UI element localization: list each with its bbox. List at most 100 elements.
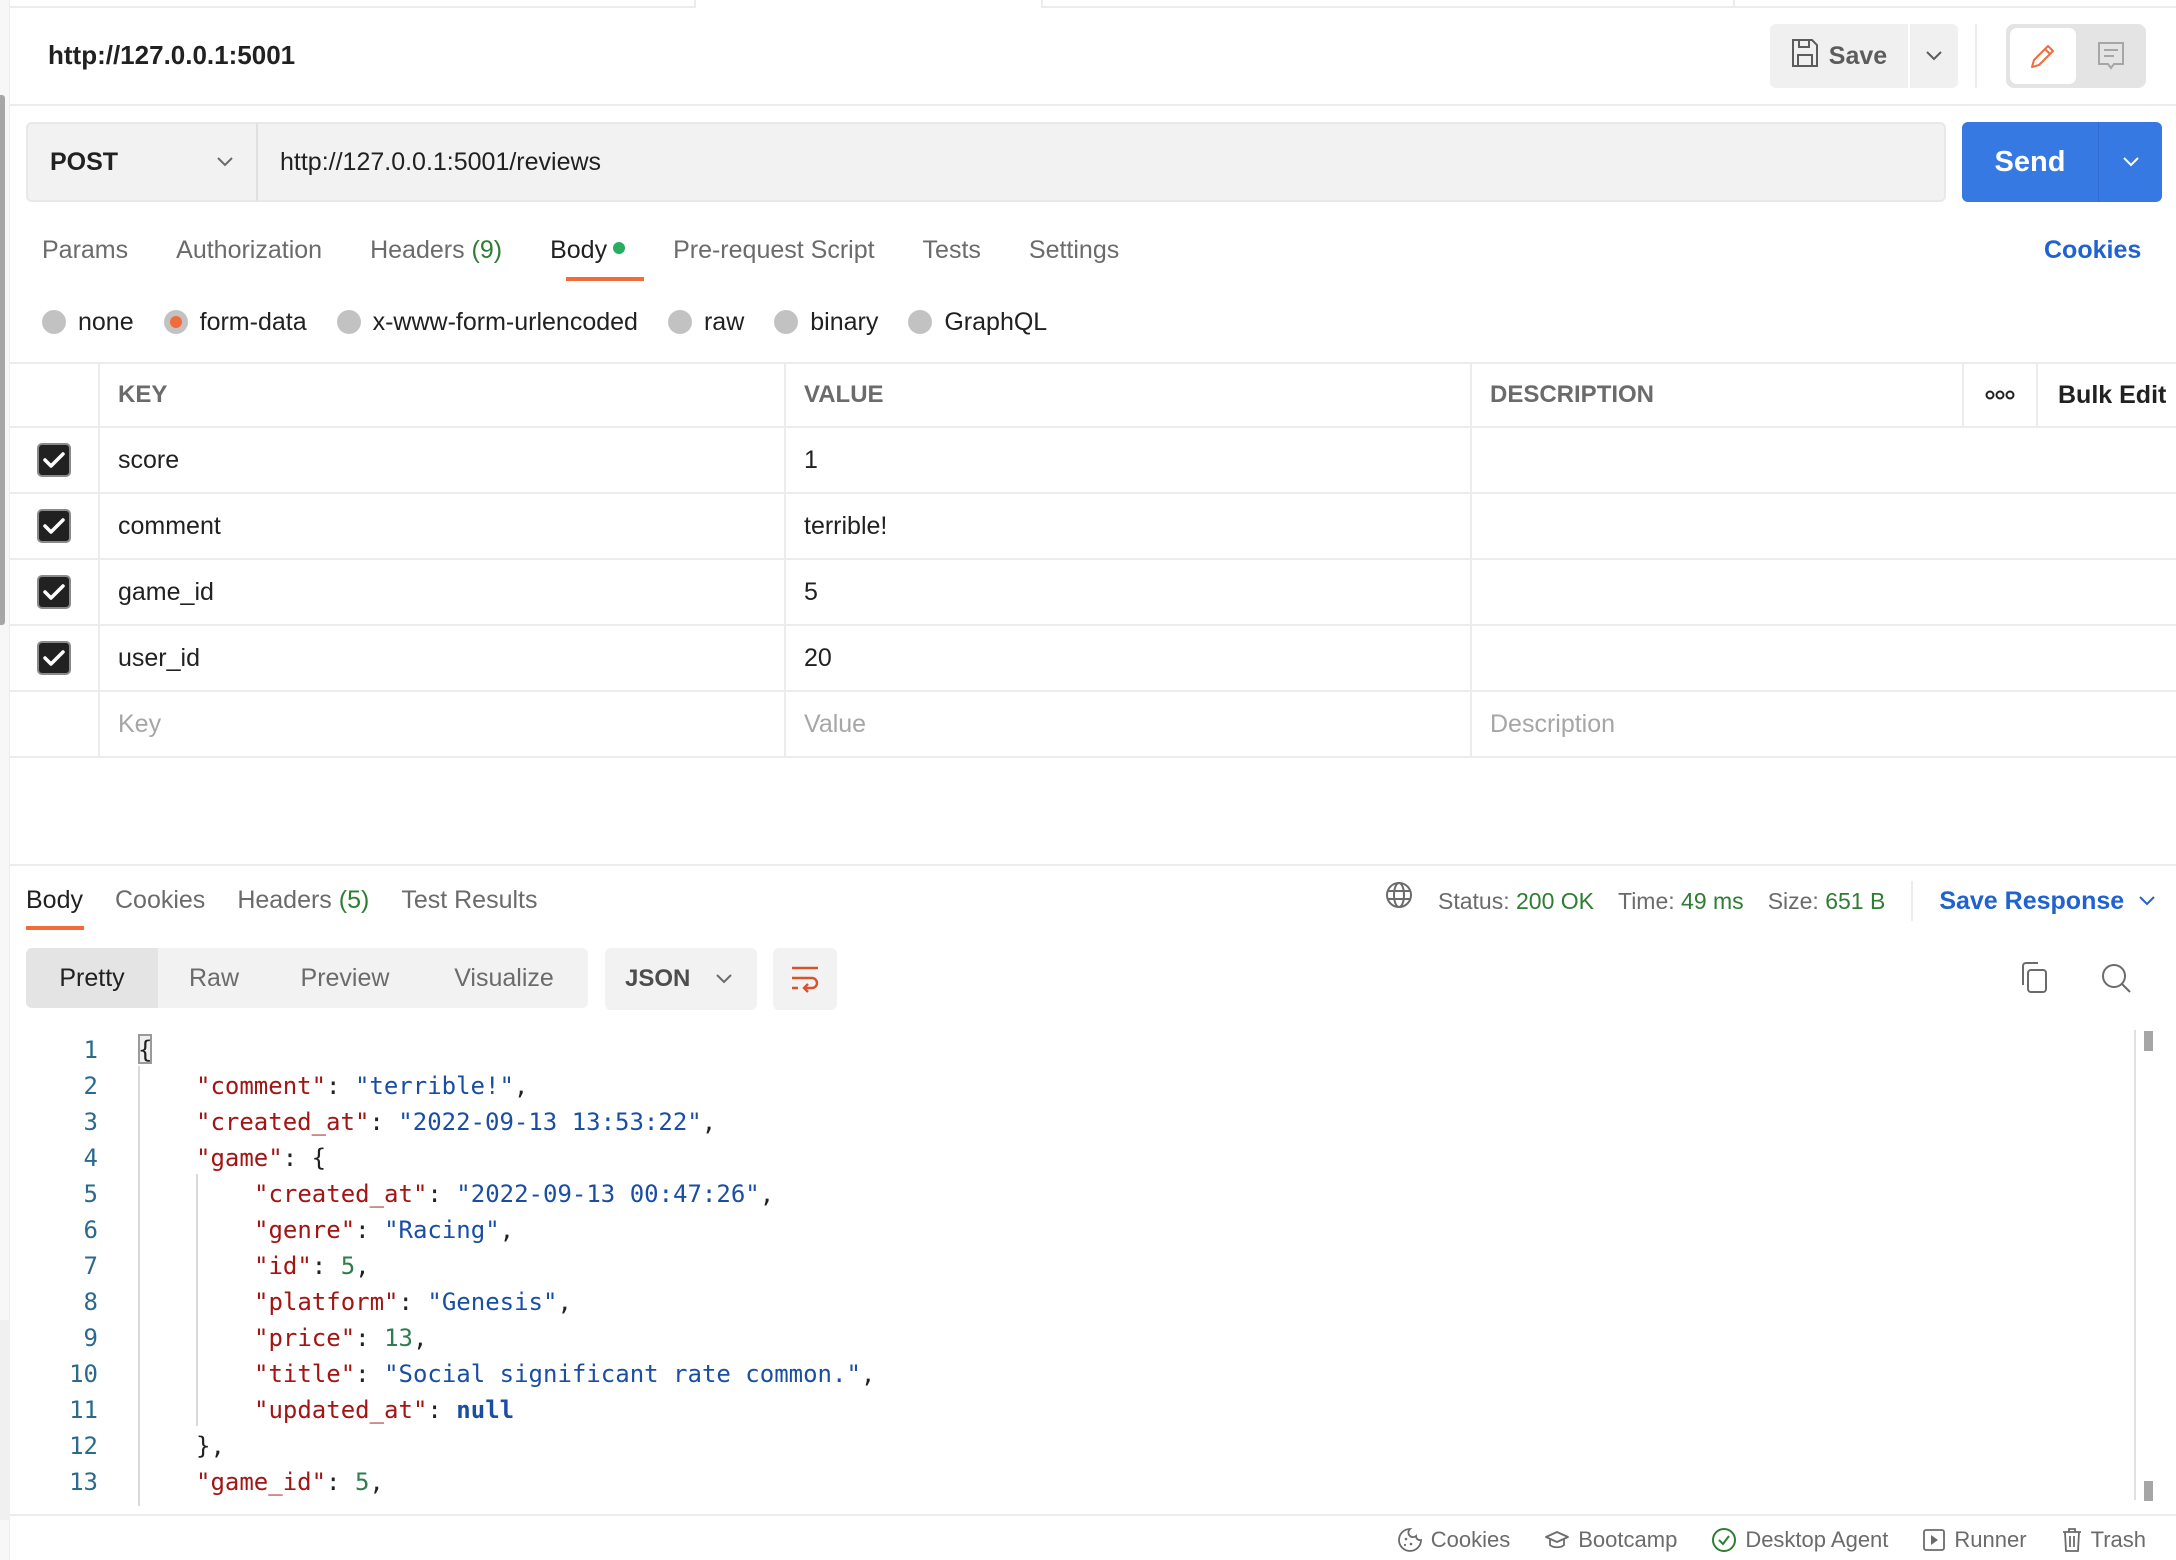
key-cell[interactable]: user_id [100,626,786,690]
format-select[interactable]: JSON [605,948,757,1010]
code-token: : [369,1108,399,1136]
radio-circle[interactable] [42,310,66,334]
value-cell[interactable]: 20 [786,626,1472,690]
cookies-link[interactable]: Cookies [2044,230,2141,270]
code-text: }, [196,1428,225,1464]
code-token: "price" [254,1324,356,1352]
response-tab-body[interactable]: Body [26,880,83,920]
footer-bootcamp[interactable]: Bootcamp [1544,1522,1677,1558]
wrap-lines-button[interactable] [773,948,837,1010]
radio-raw[interactable]: raw [667,302,744,342]
radio-circle[interactable] [667,310,692,334]
top-tab-active[interactable] [696,0,1041,9]
url-input[interactable]: http://127.0.0.1:5001/reviews [256,122,1946,202]
wrap-lines-icon [792,966,819,993]
radio-none[interactable]: none [42,302,134,342]
radio-label: form-data [199,308,307,336]
chevron-down-icon [2122,157,2139,167]
tab-tests[interactable]: Tests [923,230,981,270]
code-token: "Racing" [384,1216,500,1244]
value-cell[interactable]: terrible! [786,494,1472,558]
line-number: 12 [69,1432,98,1460]
response-tab-cookies[interactable]: Cookies [115,880,205,920]
tab-settings[interactable]: Settings [1029,230,1119,270]
save-options-button[interactable] [1910,24,1958,88]
description-cell[interactable] [1472,428,2176,492]
checkbox-cell [10,428,100,492]
description-cell[interactable] [1472,560,2176,624]
code-text: "created_at": "2022-09-13 00:47:26", [254,1176,774,1212]
globe-icon[interactable] [1384,880,1414,922]
top-tab[interactable] [1041,0,1735,8]
top-tab[interactable] [10,0,696,8]
radio-circle[interactable] [163,310,188,334]
save-response-button[interactable]: Save Response [1939,881,2156,921]
view-pretty[interactable]: Pretty [26,948,158,1008]
more-options-button[interactable] [1964,364,2038,426]
tab-body[interactable]: Body [550,230,626,270]
search-button[interactable] [2096,958,2136,998]
radio-form-data[interactable]: form-data [163,302,307,342]
description-cell[interactable] [1472,626,2176,690]
new-value-input[interactable]: Value [786,692,1472,756]
method-select[interactable]: POST [26,122,256,202]
tab-headers[interactable]: Headers (9) [370,230,502,270]
response-body-code[interactable]: 1 {2 "comment": "terrible!", 3 "created_at":… [10,1030,2130,1506]
code-scrollbar-thumb-top[interactable] [2144,1031,2153,1051]
indent-guide [196,1174,198,1426]
edit-mode-button[interactable] [2010,28,2076,84]
send-button[interactable]: Send [1962,122,2098,202]
value-cell[interactable]: 5 [786,560,1472,624]
row-checkbox[interactable] [37,509,71,543]
response-tab-headers[interactable]: Headers (5) [237,880,369,920]
code-token: , [513,1072,529,1100]
radio-x-www-form-urlencoded[interactable]: x-www-form-urlencoded [336,302,638,342]
request-title[interactable]: http://127.0.0.1:5001 [48,38,295,72]
table-row: user_id 20 [10,626,2176,692]
row-checkbox[interactable] [37,641,71,675]
time-value[interactable]: 49 ms [1681,888,1744,914]
key-cell[interactable]: game_id [100,560,786,624]
radio-circle[interactable] [908,310,933,334]
new-key-input[interactable]: Key [100,692,786,756]
comment-mode-button[interactable] [2078,28,2144,84]
send-options-button[interactable] [2098,122,2162,202]
column-header-value: VALUE [786,364,1472,426]
view-preview[interactable]: Preview [270,948,420,1008]
save-button[interactable]: Save [1770,24,1908,88]
response-pane-divider[interactable] [10,864,2176,866]
footer-cookies[interactable]: Cookies [1397,1522,1510,1558]
code-token: "2022-09-13 13:53:22" [398,1108,702,1136]
bulk-edit-button[interactable]: Bulk Edit [2038,364,2176,426]
view-raw[interactable]: Raw [158,948,270,1008]
key-cell[interactable]: score [100,428,786,492]
code-token: , [701,1108,717,1136]
row-checkbox[interactable] [37,443,71,477]
left-scrollbar-thumb[interactable] [0,95,5,625]
code-scrollbar-track[interactable] [2134,1030,2136,1500]
footer-desktop-agent[interactable]: Desktop Agent [1711,1522,1888,1558]
response-tab-test-results[interactable]: Test Results [401,880,537,920]
chevron-down-icon [217,157,233,167]
footer-trash[interactable]: Trash [2061,1522,2146,1558]
save-icon [1791,38,1819,75]
tab-pre-request-script[interactable]: Pre-request Script [673,230,874,270]
radio-circle[interactable] [774,310,799,334]
tab-params[interactable]: Params [42,230,128,270]
value-cell[interactable]: 1 [786,428,1472,492]
size-value[interactable]: 651 B [1825,888,1885,914]
footer-runner[interactable]: Runner [1922,1522,2027,1558]
code-scrollbar-thumb-bottom[interactable] [2144,1481,2153,1501]
code-token: , [369,1468,384,1496]
view-visualize[interactable]: Visualize [420,948,588,1008]
row-checkbox[interactable] [37,575,71,609]
new-description-input[interactable]: Description [1472,692,2176,756]
status-value[interactable]: 200 OK [1516,888,1594,914]
radio-binary[interactable]: binary [774,302,878,342]
tab-authorization[interactable]: Authorization [176,230,322,270]
copy-button[interactable] [2016,958,2052,998]
description-cell[interactable] [1472,494,2176,558]
key-cell[interactable]: comment [100,494,786,558]
radio-graphql[interactable]: GraphQL [908,302,1047,342]
radio-circle[interactable] [336,310,361,334]
